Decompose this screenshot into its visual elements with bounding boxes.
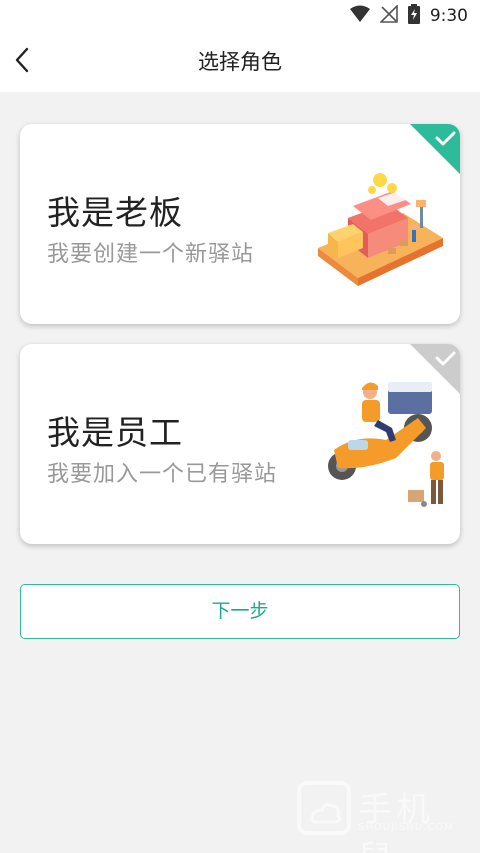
chevron-left-icon — [14, 47, 30, 77]
role-subtitle: 我要创建一个新驿站 — [47, 242, 255, 267]
role-card-boss[interactable]: 我是老板 我要创建一个新驿站 — [20, 124, 460, 324]
back-button[interactable] — [0, 32, 44, 92]
status-time: 9:30 — [429, 6, 468, 26]
wifi-icon — [349, 5, 370, 27]
watermark-logo-icon — [297, 781, 351, 835]
page-title: 选择角色 — [198, 50, 282, 74]
watermark-sub: SHOUJISHU.COM — [358, 822, 454, 833]
watermark: 手机鼠 SHOUJISHU.COM — [296, 780, 466, 853]
app-header: 选择角色 — [0, 32, 480, 92]
shop-illustration — [318, 173, 443, 286]
selected-check-icon — [410, 124, 460, 174]
role-title: 我是员工 — [47, 413, 183, 452]
role-card-staff[interactable]: 我是员工 我要加入一个已有驿站 — [20, 344, 460, 544]
next-button[interactable]: 下一步 — [20, 584, 460, 639]
no-signal-icon — [378, 4, 398, 27]
courier-illustration — [328, 382, 444, 507]
role-subtitle: 我要加入一个已有驿站 — [47, 462, 278, 487]
watermark-text: 手机鼠 — [358, 790, 434, 853]
role-title: 我是老板 — [47, 193, 183, 232]
unselected-check-icon — [410, 344, 460, 394]
status-bar: 9:30 — [0, 0, 480, 32]
battery-charging-icon — [407, 4, 420, 28]
